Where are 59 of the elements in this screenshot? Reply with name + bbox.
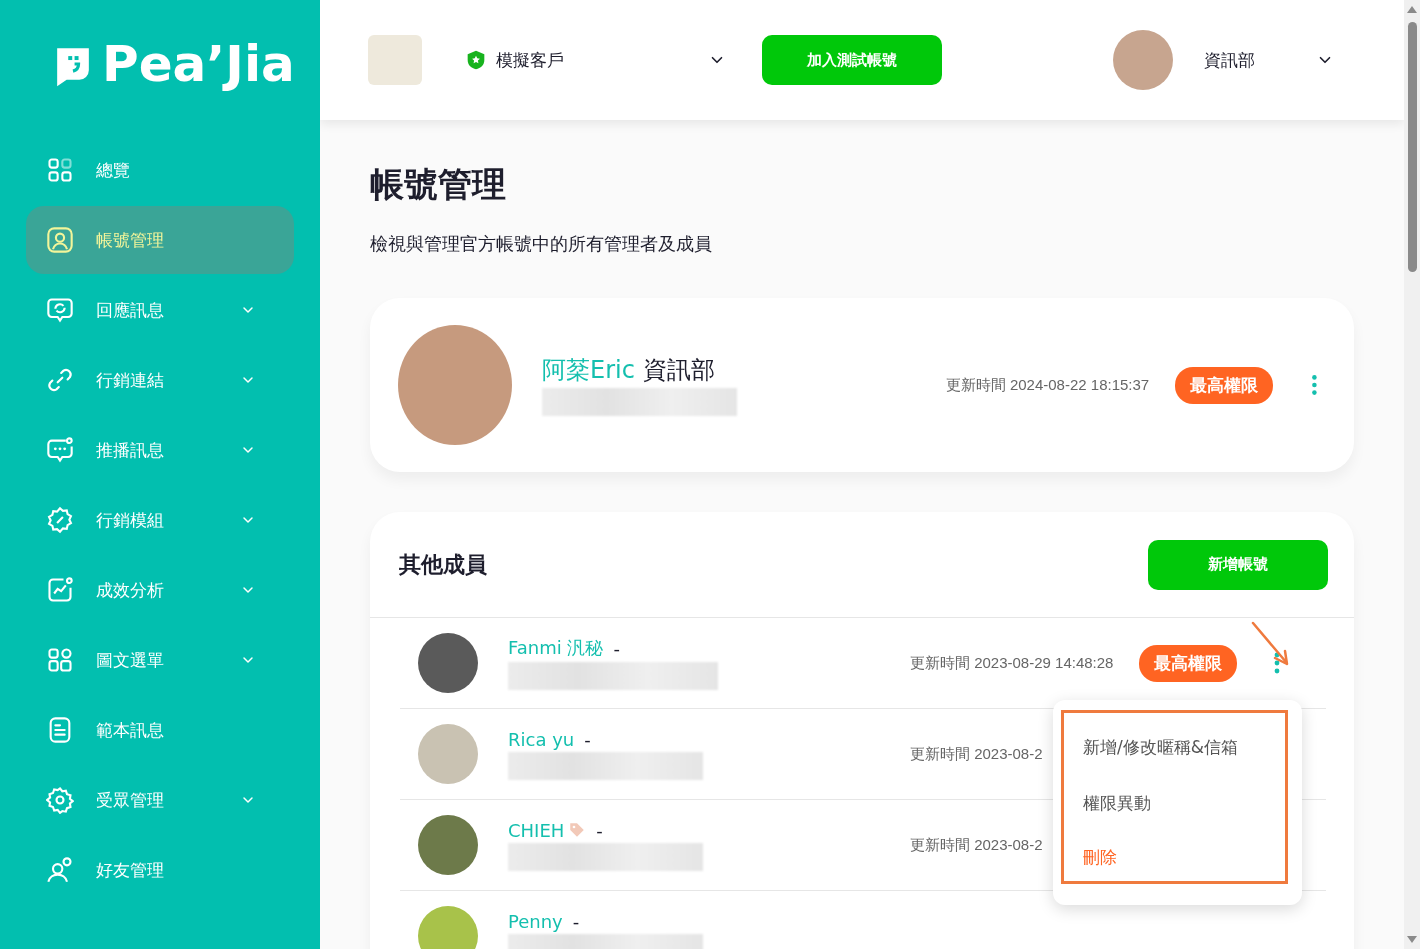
account-name: 模擬客戶 xyxy=(496,48,565,72)
avatar-placeholder xyxy=(1113,30,1173,90)
page-title: 帳號管理 xyxy=(370,163,507,206)
scroll-up-icon[interactable] xyxy=(1407,6,1417,13)
updated-time: 更新時間 2023-08-2 xyxy=(910,744,1043,764)
user-icon xyxy=(46,226,74,254)
member-name: Penny xyxy=(508,910,563,932)
name-separator: - xyxy=(584,728,591,750)
link-icon xyxy=(46,366,74,394)
role-badge: 最高權限 xyxy=(1139,644,1238,682)
member-name: Rica yu xyxy=(508,728,575,750)
users-icon xyxy=(46,856,74,884)
chat-refresh-icon xyxy=(46,296,74,324)
sidebar-item[interactable]: 總覽 xyxy=(26,136,294,204)
member-name: Fanmi 汎秘 xyxy=(508,636,604,660)
menu-item[interactable]: 刪除 xyxy=(1083,846,1117,869)
grid-icon xyxy=(46,156,74,184)
owner-department: 資訊部 xyxy=(642,356,715,384)
brand-logo-text: Pea’Jia xyxy=(102,35,295,93)
settings-icon xyxy=(46,786,74,814)
owner-name: 阿棻Eric xyxy=(542,356,635,384)
updated-time: 更新時間 2023-08-2 xyxy=(910,835,1043,855)
menu-item[interactable]: 權限異動 xyxy=(1083,792,1151,815)
shield-star-icon xyxy=(466,49,486,71)
layout-icon xyxy=(46,646,74,674)
scroll-down-icon[interactable] xyxy=(1407,936,1417,943)
discount-badge-icon xyxy=(46,506,74,534)
member-name: CHIEH xyxy=(508,819,565,841)
sidebar-item[interactable]: 行銷模組 xyxy=(26,486,294,554)
chat-dots-icon xyxy=(46,436,74,464)
avatar-placeholder xyxy=(418,906,478,949)
sidebar-item[interactable]: 帳號管理 xyxy=(26,206,294,274)
add-account-button[interactable]: 新增帳號 xyxy=(1148,539,1328,590)
updated-time: 更新時間 2024-08-22 18:15:37 xyxy=(945,375,1150,395)
name-separator: - xyxy=(596,819,603,841)
sidebar-item[interactable]: 好友管理 xyxy=(26,836,294,904)
arrow-annotation xyxy=(1251,621,1289,666)
sidebar-item[interactable]: 受眾管理 xyxy=(26,766,294,834)
updated-time: 更新時間 2023-08-29 14:48:28 xyxy=(910,653,1114,673)
sidebar-item[interactable]: 成效分析 xyxy=(26,556,294,624)
sticker-image xyxy=(368,35,422,85)
menu-item[interactable]: 新增/修改暱稱&信箱 xyxy=(1083,736,1238,759)
scrollbar-thumb[interactable] xyxy=(1408,22,1417,272)
avatar-placeholder xyxy=(418,633,478,693)
user-name: 資訊部 xyxy=(1204,48,1256,72)
sidebar-item[interactable]: 回應訊息 xyxy=(26,276,294,344)
sidebar-item[interactable]: 圖文選單 xyxy=(26,626,294,694)
avatar-placeholder xyxy=(418,815,478,875)
page-subtitle: 檢視與管理官方帳號中的所有管理者及成員 xyxy=(370,232,713,256)
name-separator: - xyxy=(572,910,580,932)
role-badge: 最高權限 xyxy=(1175,366,1274,404)
sidebar-item[interactable]: 行銷連結 xyxy=(26,346,294,414)
sidebar-item[interactable]: 範本訊息 xyxy=(26,696,294,764)
section-title: 其他成員 xyxy=(399,550,487,579)
name-separator: - xyxy=(613,637,620,659)
avatar-placeholder xyxy=(418,724,478,784)
chart-icon xyxy=(46,576,74,604)
sidebar-item[interactable]: 推播訊息 xyxy=(26,416,294,484)
join-test-account-button[interactable]: 加入測試帳號 xyxy=(762,35,942,85)
